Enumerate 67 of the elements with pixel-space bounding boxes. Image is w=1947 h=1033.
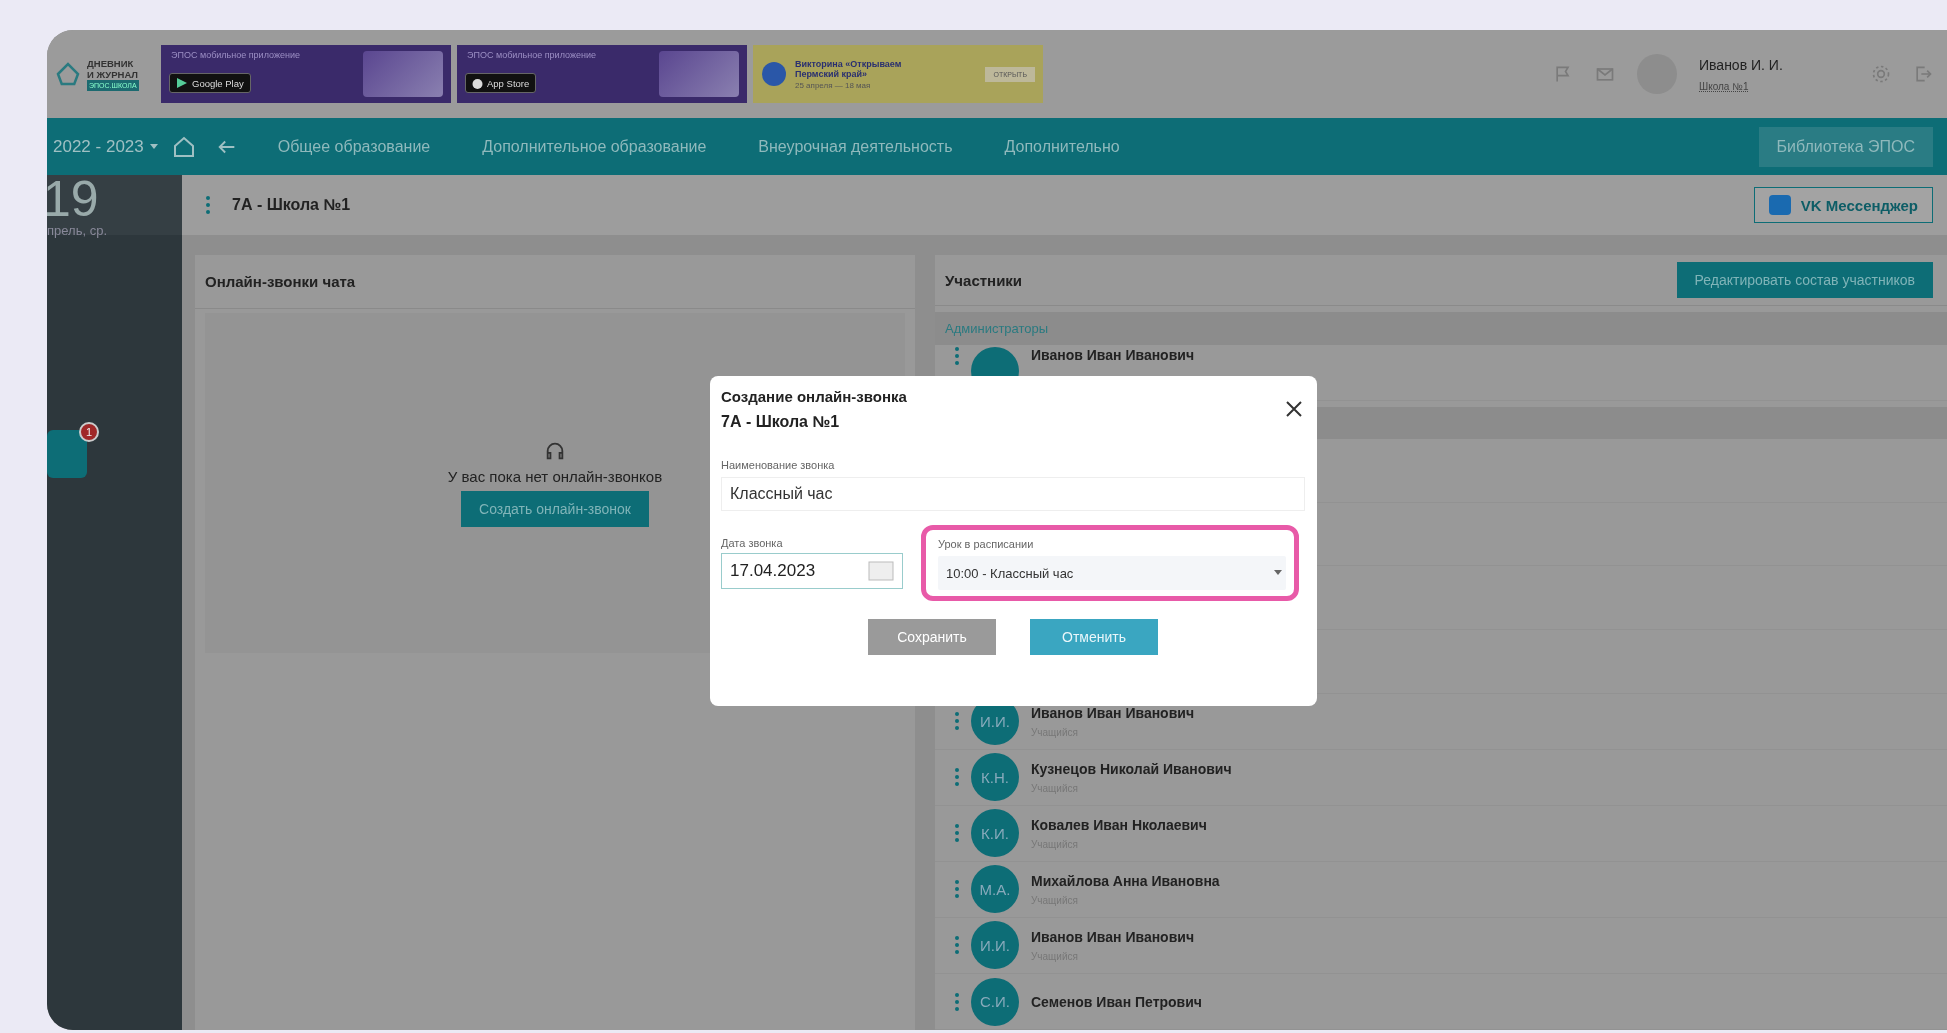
section-title: Администраторы bbox=[945, 320, 1049, 336]
dialog-subtitle: 7А - Школа №1 bbox=[721, 413, 841, 431]
notification-badge: 1 bbox=[79, 422, 99, 442]
app-banner[interactable]: ЭПОС мобильное приложение App Store bbox=[457, 45, 747, 103]
play-icon bbox=[176, 77, 188, 89]
field-label: Наименование звонка bbox=[721, 459, 836, 471]
user-name: Иванов И. И. bbox=[1699, 56, 1784, 73]
member-name: Иванов Иван Иванович bbox=[1031, 928, 1194, 945]
avatar: М.А. bbox=[971, 865, 1019, 914]
logo-text: ДНЕВНИК bbox=[87, 57, 135, 69]
more-icon[interactable] bbox=[955, 992, 959, 1011]
avatar: К.Н. bbox=[971, 753, 1019, 802]
nav-link[interactable]: Дополнительное образование bbox=[456, 137, 733, 156]
date-field[interactable]: 17.04.2023 bbox=[721, 553, 903, 589]
logo-text: И ЖУРНАЛ bbox=[87, 68, 139, 80]
day-number: 19 bbox=[47, 175, 100, 223]
field-label: Дата звонка bbox=[721, 537, 784, 549]
nav-link[interactable]: Дополнительно bbox=[978, 137, 1146, 156]
messenger-button[interactable]: VK Мессенджер bbox=[1753, 187, 1933, 223]
member-name: Ковалев Иван Нколаевич bbox=[1031, 816, 1207, 833]
class-title: 7А - Школа №1 bbox=[232, 196, 351, 214]
member-name: Михайлова Анна Ивановна bbox=[1031, 872, 1220, 889]
panel-title: Онлайн-звонки чата bbox=[205, 273, 356, 290]
input-field[interactable]: Классный час bbox=[721, 477, 1305, 511]
promo-dates: 25 апреля — 18 мая bbox=[795, 80, 872, 90]
school-link[interactable]: Школа №1 bbox=[1699, 80, 1849, 92]
date-text: прель, ср. bbox=[47, 223, 108, 238]
panel-title: Участники bbox=[945, 271, 1023, 289]
more-icon[interactable] bbox=[955, 824, 959, 843]
settings-icon bbox=[1871, 64, 1891, 84]
home-icon bbox=[171, 134, 196, 159]
store-badge[interactable]: App Store bbox=[465, 73, 537, 93]
more-icon[interactable] bbox=[955, 936, 959, 955]
more-icon[interactable] bbox=[955, 346, 959, 365]
more-icon[interactable] bbox=[955, 880, 959, 899]
member-name: Иванов Иван Иванович bbox=[1031, 704, 1194, 721]
calendar-icon bbox=[868, 561, 894, 581]
banner-caption: ЭПОС мобильное приложение bbox=[171, 50, 300, 60]
avatar: И.И. bbox=[971, 921, 1019, 970]
caret-icon bbox=[1274, 570, 1282, 576]
library-button[interactable]: Библиотека ЭПОС bbox=[1758, 126, 1933, 167]
store-badge[interactable]: Google Play bbox=[169, 73, 251, 93]
dialog-title: Создание онлайн-звонка bbox=[721, 388, 908, 405]
banner-caption: ЭПОС мобильное приложение bbox=[467, 50, 596, 60]
create-call-button[interactable]: Создать онлайн-звонок bbox=[461, 490, 649, 527]
member-name: Семенов Иван Петрович bbox=[1031, 993, 1202, 1010]
promo-title: Викторина «Открываем Пермский край» bbox=[795, 58, 903, 79]
app-banner[interactable]: ЭПОС мобильное приложение Google Play bbox=[161, 45, 451, 103]
avatar: С.И. bbox=[971, 977, 1019, 1026]
more-icon[interactable] bbox=[955, 712, 959, 731]
app-icon[interactable] bbox=[47, 430, 87, 478]
logout-icon bbox=[1913, 64, 1933, 84]
caret-icon bbox=[149, 143, 158, 150]
dialog-button[interactable]: Отменить bbox=[1030, 619, 1158, 655]
year-dropdown[interactable]: 2022 - 2023 bbox=[47, 136, 172, 157]
chat-icon bbox=[1768, 195, 1791, 215]
avatar: К.И. bbox=[971, 809, 1019, 858]
nav-link[interactable]: Внеурочная деятельность bbox=[732, 137, 979, 156]
member-name: Кузнецов Николай Иванович bbox=[1031, 760, 1232, 777]
more-icon[interactable] bbox=[955, 768, 959, 787]
more-icon[interactable] bbox=[206, 196, 210, 214]
empty-text: У вас пока нет онлайн-звонков bbox=[447, 467, 663, 485]
select-field[interactable]: 10:00 - Классный час bbox=[938, 556, 1286, 590]
member-name: Иванов Иван Иванович bbox=[1031, 346, 1194, 363]
field-label: Урок в расписании bbox=[938, 538, 1035, 550]
edit-participants-button[interactable]: Редактировать состав участников bbox=[1676, 262, 1933, 299]
nav-link[interactable]: Общее образование bbox=[251, 137, 457, 156]
